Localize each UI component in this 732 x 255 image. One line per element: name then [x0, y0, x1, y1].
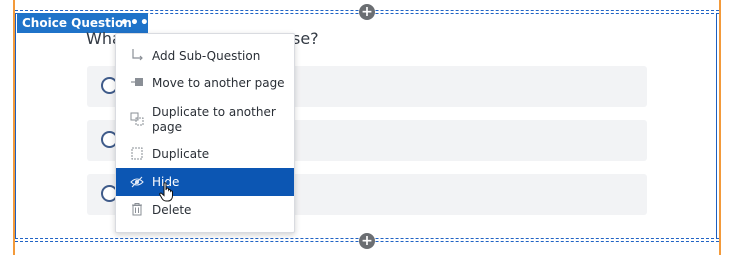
menu-item-label: Duplicate to another	[152, 105, 276, 119]
add-block-below-button[interactable]: +	[359, 233, 375, 249]
menu-item-move-page[interactable]: Move to another page	[116, 71, 294, 93]
duplicate-icon	[130, 146, 144, 160]
plus-icon: +	[361, 233, 373, 249]
block-selection-right	[716, 13, 717, 239]
menu-item-delete[interactable]: Delete	[116, 198, 294, 220]
more-dots-icon[interactable]: •••	[120, 13, 150, 33]
question-actions-menu: Add Sub-Question Move to another page Du…	[115, 33, 295, 233]
menu-item-duplicate-to-page[interactable]: Duplicate to another page	[116, 100, 294, 136]
duplicate-page-icon	[130, 112, 144, 126]
menu-item-label-line2: page	[152, 120, 182, 134]
hide-eye-icon	[130, 175, 144, 189]
move-page-icon	[130, 75, 144, 89]
menu-item-label: Duplicate	[152, 147, 210, 161]
menu-item-label: Add Sub-Question	[152, 49, 261, 63]
add-block-above-button[interactable]: +	[359, 4, 375, 20]
trash-icon	[130, 202, 144, 216]
hand-cursor-icon	[159, 182, 175, 202]
block-selection-left	[15, 13, 16, 239]
menu-item-add-sub-question[interactable]: Add Sub-Question	[116, 44, 294, 66]
menu-item-label: Move to another page	[152, 76, 285, 90]
page-border-right	[719, 0, 721, 255]
menu-item-duplicate[interactable]: Duplicate	[116, 142, 294, 164]
menu-item-hide[interactable]: Hide	[116, 168, 294, 196]
question-title-end: se?	[292, 29, 319, 48]
plus-icon: +	[361, 4, 373, 20]
menu-item-label: Delete	[152, 203, 192, 217]
question-type-tag[interactable]: Choice Question •••	[17, 13, 150, 33]
sub-question-icon	[130, 48, 144, 62]
